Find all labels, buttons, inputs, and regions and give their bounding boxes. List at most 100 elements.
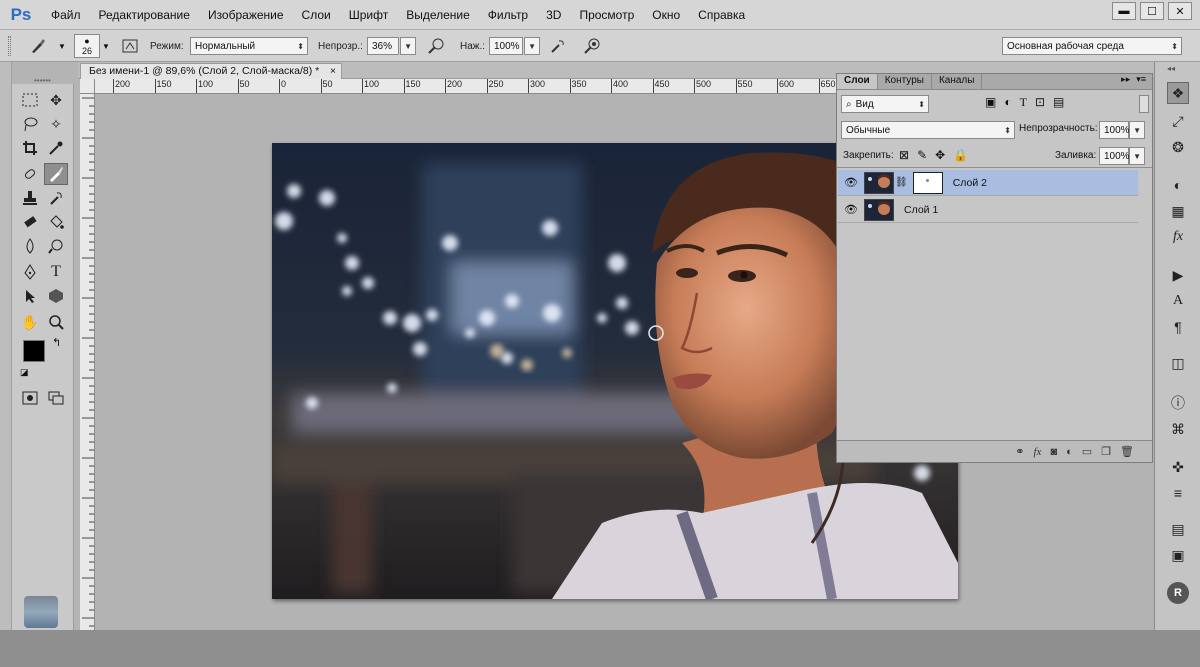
paragraph-dock-icon[interactable]: ¶ — [1167, 316, 1189, 338]
swatches-dock-icon[interactable]: ▦ — [1167, 200, 1189, 222]
type-tool-icon[interactable]: T — [44, 261, 68, 283]
lock-all-icon[interactable]: 🔒 — [953, 148, 968, 162]
adjustments-dock-icon[interactable]: ≡ — [1167, 482, 1189, 504]
quick-mask-icon[interactable] — [18, 387, 42, 409]
blur-icon[interactable] — [18, 235, 42, 257]
fill-dropdown[interactable]: ▼ — [1129, 147, 1145, 165]
filter-toggle-switch[interactable] — [1139, 95, 1149, 113]
pressure-input[interactable]: 100% — [489, 37, 523, 55]
mask-link-icon[interactable]: ⛓ — [895, 177, 908, 188]
menu-help[interactable]: Справка — [689, 0, 754, 30]
tablet-opacity-icon[interactable] — [426, 36, 446, 56]
maximize-button[interactable]: ☐ — [1140, 2, 1164, 20]
layer-row-layer1[interactable]: 👁 Слой 1 — [838, 197, 1138, 223]
opacity-input[interactable]: 36% — [367, 37, 399, 55]
swap-colors-icon[interactable]: ↰ — [52, 336, 61, 349]
menu-edit[interactable]: Редактирование — [90, 0, 199, 30]
fill-input[interactable]: 100% — [1099, 147, 1130, 165]
menu-file[interactable]: Файл — [42, 0, 90, 30]
actions-dock-icon[interactable]: ▶ — [1167, 264, 1189, 286]
panel-collapse-icon[interactable]: ▸▸ — [1121, 74, 1136, 89]
menu-image[interactable]: Изображение — [199, 0, 293, 30]
filter-adjustment-icon[interactable]: ◐ — [1004, 95, 1011, 110]
tab-layers[interactable]: Слои — [837, 74, 878, 89]
add-mask-icon[interactable]: ◙ — [1050, 446, 1057, 458]
document-tab[interactable]: Без имени-1 @ 89,6% (Слой 2, Слой-маска/… — [80, 63, 342, 79]
default-colors-icon[interactable]: ◪ — [20, 367, 29, 378]
layer-blend-select[interactable]: Обычные ⬍ — [841, 121, 1015, 139]
workspace-select[interactable]: Основная рабочая среда ⬍ — [1002, 37, 1182, 55]
brush-size-picker[interactable]: ● 26 — [74, 34, 100, 58]
history-brush-icon[interactable] — [44, 187, 68, 209]
filter-shape-icon[interactable]: ⊡ — [1035, 95, 1045, 110]
layer-opacity-dropdown[interactable]: ▼ — [1129, 121, 1145, 139]
menu-3d[interactable]: 3D — [537, 0, 570, 30]
visibility-eye-icon[interactable]: 👁 — [838, 176, 864, 189]
channels-dock-icon[interactable]: ❂ — [1167, 136, 1189, 158]
menu-type[interactable]: Шрифт — [340, 0, 397, 30]
tool-presets-dock-icon[interactable]: ✜ — [1167, 456, 1189, 478]
path-select-icon[interactable] — [18, 285, 42, 307]
panel-menu-icon[interactable]: ▾≡ — [1136, 74, 1152, 89]
delete-layer-icon[interactable]: 🗑 — [1120, 445, 1134, 458]
info-dock-icon[interactable]: ⓘ — [1167, 392, 1189, 414]
eraser-icon[interactable] — [18, 211, 42, 233]
paint-bucket-icon[interactable] — [44, 211, 68, 233]
menu-window[interactable]: Окно — [643, 0, 689, 30]
add-layer-style-icon[interactable]: fx — [1033, 446, 1041, 458]
new-group-icon[interactable]: ▭ — [1082, 445, 1092, 458]
dock-collapse-icon[interactable]: ◂◂ — [1167, 64, 1175, 73]
airbrush-icon[interactable] — [548, 36, 568, 56]
styles-dock-icon[interactable]: fx — [1167, 226, 1189, 248]
menu-layers[interactable]: Слои — [293, 0, 340, 30]
foreground-color-swatch[interactable] — [23, 340, 45, 362]
minimize-button[interactable]: ▬ — [1112, 2, 1136, 20]
brush-presets-dock-icon[interactable]: ▣ — [1167, 544, 1189, 566]
user-badge-icon[interactable]: R — [1167, 582, 1189, 604]
layer-name[interactable]: Слой 1 — [904, 204, 938, 216]
visibility-eye-icon[interactable]: 👁 — [838, 203, 864, 216]
close-button[interactable]: ✕ — [1168, 2, 1192, 20]
layers-dock-icon[interactable]: ❖ — [1167, 82, 1189, 104]
paths-dock-icon[interactable]: ⤢ — [1167, 110, 1189, 132]
layer-opacity-input[interactable]: 100% — [1099, 121, 1130, 139]
pressure-dropdown[interactable]: ▼ — [524, 37, 540, 55]
layer-name[interactable]: Слой 2 — [953, 177, 987, 189]
lasso-icon[interactable] — [18, 113, 42, 135]
pen-icon[interactable] — [18, 261, 42, 283]
magic-wand-icon[interactable]: ✧ — [44, 113, 68, 135]
document-tab-close-icon[interactable]: × — [330, 64, 336, 79]
blend-mode-select[interactable]: Нормальный ⬍ — [190, 37, 308, 55]
color-dock-icon[interactable]: ◐ — [1167, 174, 1189, 196]
new-layer-icon[interactable]: ❐ — [1101, 445, 1111, 458]
lock-transparency-icon[interactable]: ⊠ — [899, 148, 909, 162]
menu-filter[interactable]: Фильтр — [479, 0, 537, 30]
eyedropper-icon[interactable] — [44, 137, 68, 159]
shape-tool-icon[interactable] — [44, 285, 68, 307]
hand-tool-icon[interactable]: ✋ — [18, 311, 42, 333]
brush-tool-preset-icon[interactable] — [28, 36, 48, 56]
crop-icon[interactable] — [18, 137, 42, 159]
tool-preset-dropdown[interactable]: ▼ — [58, 36, 66, 56]
vertical-ruler[interactable] — [80, 94, 95, 630]
rect-marquee-icon[interactable] — [18, 89, 42, 111]
notes-dock-icon[interactable]: ▤ — [1167, 518, 1189, 540]
navigator-dock-icon[interactable]: ◫ — [1167, 352, 1189, 374]
dodge-icon[interactable] — [44, 235, 68, 257]
ruler-origin[interactable] — [80, 79, 95, 94]
brush-tool-icon[interactable] — [44, 163, 68, 185]
opacity-dropdown[interactable]: ▼ — [400, 37, 416, 55]
clone-stamp-icon[interactable] — [18, 187, 42, 209]
brush-panel-toggle-icon[interactable] — [120, 36, 140, 56]
menu-select[interactable]: Выделение — [397, 0, 479, 30]
tab-channels[interactable]: Каналы — [932, 74, 983, 89]
character-dock-icon[interactable]: A — [1167, 290, 1189, 312]
menu-view[interactable]: Просмотр — [570, 0, 643, 30]
layer-filter-select[interactable]: ⌕ Вид ⬍ — [841, 95, 929, 113]
lock-position-icon[interactable]: ✥ — [935, 148, 945, 162]
lock-pixels-icon[interactable]: ✎ — [917, 148, 927, 162]
layer-mask-thumbnail[interactable] — [912, 171, 943, 194]
filter-type-icon[interactable]: T — [1020, 95, 1027, 110]
screen-mode-icon[interactable] — [44, 387, 68, 409]
new-adjustment-icon[interactable]: ◐ — [1066, 446, 1073, 458]
